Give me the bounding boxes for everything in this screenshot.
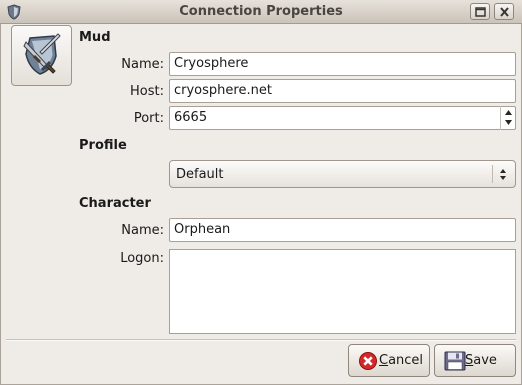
- shield-sword-icon: [23, 33, 61, 75]
- spin-down-icon[interactable]: [504, 118, 513, 127]
- mud-port-value: 6665: [174, 110, 208, 125]
- mud-host-field[interactable]: cryosphere.net: [169, 79, 516, 103]
- mud-heading: Mud: [79, 30, 111, 45]
- cancel-button[interactable]: Cancel: [348, 344, 430, 377]
- character-name-value: Orphean: [174, 222, 231, 237]
- profile-combobox[interactable]: Default: [169, 160, 516, 188]
- character-name-label: Name:: [121, 223, 164, 238]
- mud-name-field[interactable]: Cryosphere: [169, 52, 516, 76]
- title-bar[interactable]: Connection Properties: [0, 0, 522, 24]
- mud-name-label: Name:: [121, 57, 164, 72]
- save-button[interactable]: Save: [434, 344, 516, 377]
- mud-host-label: Host:: [130, 84, 164, 99]
- window-title: Connection Properties: [179, 4, 343, 19]
- cancel-icon: [359, 352, 377, 370]
- character-heading: Character: [79, 196, 151, 211]
- combo-divider: [492, 165, 493, 183]
- mud-name-value: Cryosphere: [174, 56, 249, 71]
- profile-selected: Default: [176, 167, 224, 182]
- spin-up-icon[interactable]: [504, 108, 513, 117]
- combo-arrows-icon: [500, 169, 506, 180]
- mud-port-label: Port:: [133, 111, 164, 126]
- button-separator: [6, 339, 516, 341]
- cancel-label: Cancel: [379, 353, 424, 368]
- maximize-button[interactable]: [470, 3, 490, 20]
- profile-heading: Profile: [79, 138, 127, 153]
- close-icon: [500, 7, 509, 17]
- character-name-field[interactable]: Orphean: [169, 218, 516, 242]
- mud-port-spinner[interactable]: 6665: [169, 106, 516, 130]
- maximize-icon: [475, 7, 486, 17]
- save-label: Save: [465, 353, 497, 368]
- close-button[interactable]: [494, 3, 514, 20]
- logon-textarea[interactable]: [169, 249, 516, 334]
- mud-icon-button[interactable]: [11, 25, 72, 86]
- port-spin-buttons: [500, 106, 515, 130]
- mud-host-value: cryosphere.net: [174, 83, 272, 98]
- floppy-disk-icon: [444, 351, 466, 371]
- logon-label: Logon:: [120, 251, 164, 266]
